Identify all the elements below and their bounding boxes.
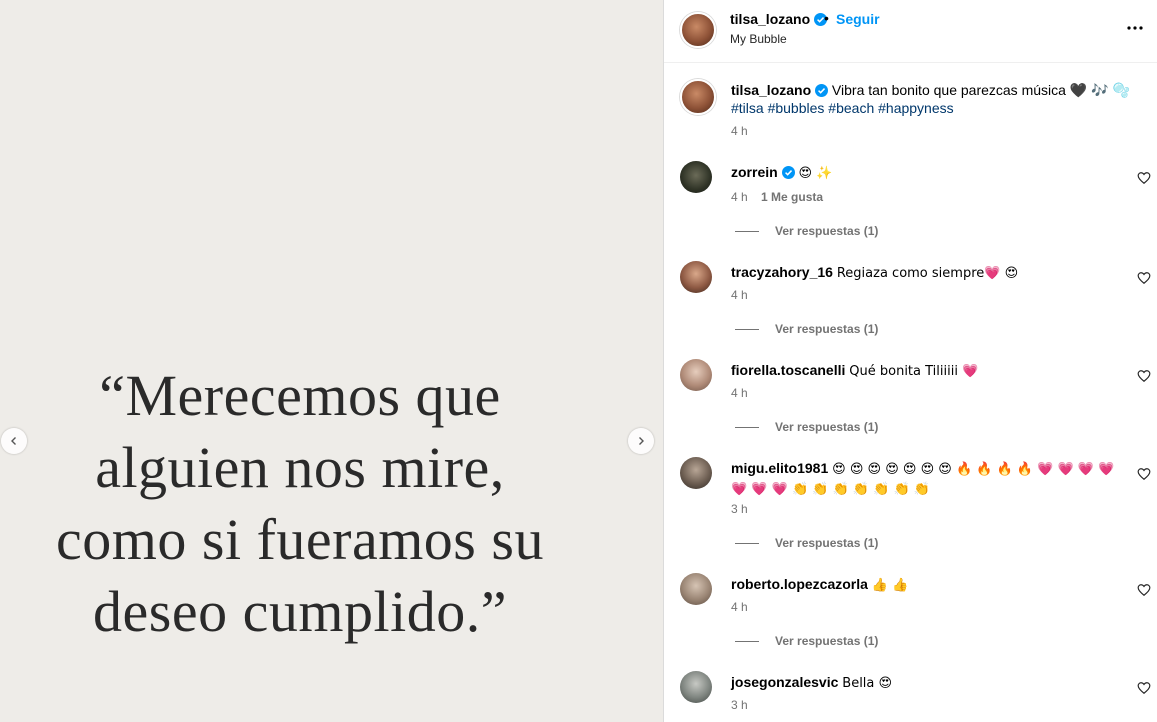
comments-panel: tilsa_lozano • Seguir My Bubble tilsa_lo… [664, 0, 1157, 722]
commenter-avatar[interactable] [680, 671, 712, 703]
more-icon[interactable] [1126, 16, 1144, 40]
quote-line: como si fueramos su [56, 507, 544, 572]
comment-time[interactable]: 4 h [731, 600, 748, 614]
verified-icon [781, 166, 795, 179]
commenter-avatar[interactable] [680, 161, 712, 193]
comment-meta: 4 h 1 Me gusta [731, 190, 823, 204]
view-replies-button[interactable]: Ver respuestas (1) [735, 420, 878, 434]
post-quote: “Merecemos que alguien nos mire, como si… [0, 360, 600, 648]
caption-text: Vibra tan bonito que parezcas música 🖤 🎶… [831, 82, 1130, 98]
follow-button[interactable]: Seguir [836, 11, 880, 27]
replies-line [735, 641, 759, 643]
view-replies-label[interactable]: Ver respuestas (1) [775, 634, 878, 648]
comment-username[interactable]: zorrein [731, 164, 778, 180]
view-replies-label[interactable]: Ver respuestas (1) [775, 224, 878, 238]
hashtag-link[interactable]: #happyness [878, 100, 954, 116]
view-replies-label[interactable]: Ver respuestas (1) [775, 322, 878, 336]
verified-icon [815, 84, 829, 97]
comment-text-block: roberto.lopezcazorla 👍 👍 [731, 575, 1116, 595]
quote-line: alguien nos mire, [95, 435, 505, 500]
comment-username[interactable]: fiorella.toscanelli [731, 362, 845, 378]
view-replies-label[interactable]: Ver respuestas (1) [775, 536, 878, 550]
view-replies-label[interactable]: Ver respuestas (1) [775, 420, 878, 434]
replies-line [735, 427, 759, 429]
heart-outline-icon[interactable] [1137, 171, 1151, 185]
post-header: tilsa_lozano • Seguir My Bubble [664, 0, 1157, 63]
comment-meta: 3 h [731, 502, 748, 516]
comment-meta: 4 h [731, 600, 748, 614]
comment-username[interactable]: migu.elito1981 [731, 460, 828, 476]
quote-line: deseo cumplido.” [93, 579, 507, 644]
view-replies-button[interactable]: Ver respuestas (1) [735, 634, 878, 648]
commenter-avatar[interactable] [680, 359, 712, 391]
comment-likes[interactable]: 1 Me gusta [761, 190, 823, 204]
next-button[interactable] [628, 428, 654, 454]
comment-text: Regiaza como siempre💗 😍 [836, 266, 1019, 281]
caption-text-block: tilsa_lozano Vibra tan bonito que parezc… [731, 81, 1131, 117]
comment-meta: 4 h [731, 386, 748, 400]
comment-username[interactable]: roberto.lopezcazorla [731, 576, 868, 592]
view-replies-button[interactable]: Ver respuestas (1) [735, 322, 878, 336]
audio-subtitle[interactable]: My Bubble [730, 32, 787, 46]
commenter-avatar[interactable] [680, 573, 712, 605]
author-avatar[interactable] [680, 12, 716, 48]
comment-text: Bella 😍 [842, 676, 893, 691]
author-username[interactable]: tilsa_lozano [730, 11, 810, 27]
comment-meta: 4 h [731, 288, 748, 302]
comment-username[interactable]: josegonzalesvic [731, 674, 838, 690]
quote-line: “Merecemos que [99, 363, 501, 428]
comment-text-block: zorrein 😍 ✨ [731, 163, 1116, 183]
view-replies-button[interactable]: Ver respuestas (1) [735, 224, 878, 238]
comment-text: 👍 👍 [871, 578, 909, 593]
commenter-avatar[interactable] [680, 457, 712, 489]
hashtag-link[interactable]: #bubbles [768, 100, 825, 116]
hashtag-link[interactable]: #tilsa [731, 100, 764, 116]
comment-time[interactable]: 4 h [731, 386, 748, 400]
caption-avatar[interactable] [680, 79, 716, 115]
comment-text-block: fiorella.toscanelli Qué bonita Tiliiiii … [731, 361, 1116, 381]
hashtag-link[interactable]: #beach [828, 100, 874, 116]
previous-button[interactable] [1, 428, 27, 454]
comment-text-block: josegonzalesvic Bella 😍 [731, 673, 1116, 693]
heart-outline-icon[interactable] [1137, 271, 1151, 285]
heart-outline-icon[interactable] [1137, 467, 1151, 481]
replies-line [735, 231, 759, 233]
separator-dot: • [824, 10, 829, 26]
replies-line [735, 329, 759, 331]
replies-line [735, 543, 759, 545]
comment-username[interactable]: tracyzahory_16 [731, 264, 833, 280]
caption-time[interactable]: 4 h [731, 124, 748, 138]
comment-text: Qué bonita Tiliiiii 💗 [849, 364, 979, 379]
view-replies-button[interactable]: Ver respuestas (1) [735, 536, 878, 550]
comment-time[interactable]: 3 h [731, 698, 748, 712]
author-username-wrap[interactable]: tilsa_lozano [730, 11, 828, 27]
chevron-left-icon [11, 437, 16, 445]
heart-outline-icon[interactable] [1137, 583, 1151, 597]
heart-outline-icon[interactable] [1137, 681, 1151, 695]
post-media: “Merecemos que alguien nos mire, como si… [0, 0, 663, 722]
comment-time[interactable]: 3 h [731, 502, 748, 516]
chevron-right-icon [639, 437, 644, 445]
comment-time[interactable]: 4 h [731, 288, 748, 302]
comment-meta: 3 h [731, 698, 748, 712]
commenter-avatar[interactable] [680, 261, 712, 293]
comment-text-block: tracyzahory_16 Regiaza como siempre💗 😍 [731, 263, 1116, 283]
comment-text-block: migu.elito1981 😍 😍 😍 😍 😍 😍 😍 🔥 🔥 🔥 🔥 💗 💗… [731, 459, 1116, 499]
caption-username[interactable]: tilsa_lozano [731, 82, 811, 98]
heart-outline-icon[interactable] [1137, 369, 1151, 383]
comment-time[interactable]: 4 h [731, 190, 748, 204]
comment-text: 😍 ✨ [798, 166, 833, 181]
